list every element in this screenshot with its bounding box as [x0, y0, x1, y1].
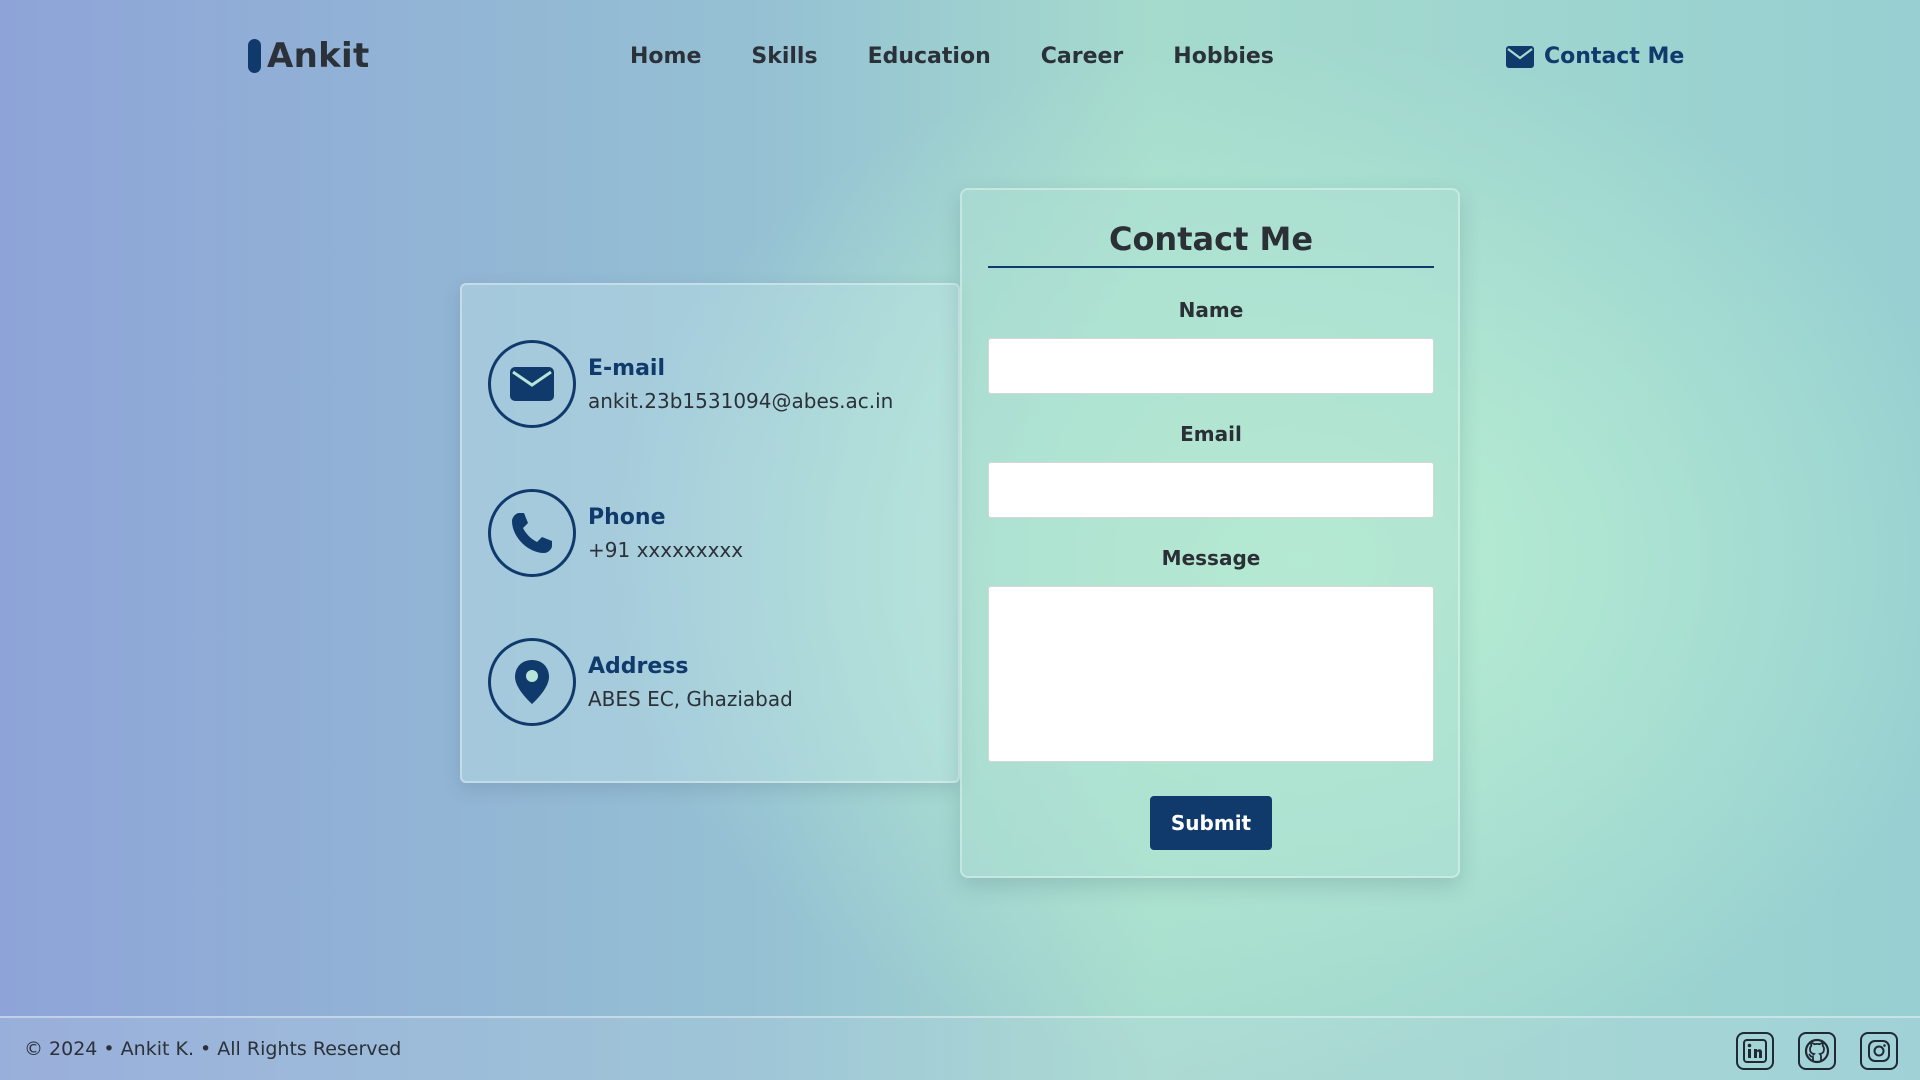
- linkedin-link[interactable]: [1736, 1032, 1774, 1070]
- message-textarea[interactable]: [988, 586, 1434, 762]
- email-label: Email: [1180, 422, 1242, 446]
- nav-link-skills[interactable]: Skills: [751, 44, 817, 69]
- form-title: Contact Me: [988, 220, 1434, 268]
- email-input[interactable]: [988, 462, 1434, 518]
- email-value: ankit.23b1531094@abes.ac.in: [588, 388, 894, 413]
- envelope-icon: [510, 367, 554, 401]
- instagram-icon: [1868, 1040, 1890, 1062]
- phone-icon: [512, 513, 552, 553]
- info-item-email: E-mail ankit.23b1531094@abes.ac.in: [488, 340, 893, 428]
- address-value: ABES EC, Ghaziabad: [588, 686, 793, 711]
- github-icon: [1804, 1038, 1830, 1064]
- copyright-text: © 2024 • Ankit K. • All Rights Reserved: [24, 1038, 402, 1060]
- logo-text: Ankit: [267, 36, 370, 76]
- envelope-icon: [1506, 45, 1534, 68]
- nav-link-career[interactable]: Career: [1041, 44, 1124, 69]
- logo-bar-icon: [248, 39, 261, 73]
- github-link[interactable]: [1798, 1032, 1836, 1070]
- phone-value: +91 xxxxxxxxx: [588, 537, 744, 562]
- linkedin-icon: [1743, 1039, 1767, 1063]
- info-item-address: Address ABES EC, Ghaziabad: [488, 638, 793, 726]
- message-label: Message: [1161, 546, 1261, 570]
- map-pin-icon: [515, 660, 549, 704]
- phone-title: Phone: [588, 504, 666, 530]
- address-icon-circle: [488, 638, 576, 726]
- nav-links: Home Skills Education Career Hobbies: [630, 44, 1274, 69]
- top-navbar: Ankit Home Skills Education Career Hobbi…: [0, 0, 1920, 120]
- name-label: Name: [1178, 298, 1244, 322]
- footer: © 2024 • Ankit K. • All Rights Reserved: [0, 1016, 1920, 1080]
- contact-form-card: Contact Me Name Email Message Submit: [960, 188, 1460, 878]
- email-title: E-mail: [588, 355, 666, 381]
- email-icon-circle: [488, 340, 576, 428]
- nav-link-hobbies[interactable]: Hobbies: [1173, 44, 1274, 69]
- info-item-phone: Phone +91 xxxxxxxxx: [488, 489, 743, 577]
- nav-contact-link[interactable]: Contact Me: [1506, 44, 1684, 69]
- instagram-link[interactable]: [1860, 1032, 1898, 1070]
- social-links: [1736, 1032, 1898, 1070]
- logo[interactable]: Ankit: [248, 36, 370, 76]
- phone-icon-circle: [488, 489, 576, 577]
- nav-link-home[interactable]: Home: [630, 44, 701, 69]
- name-input[interactable]: [988, 338, 1434, 394]
- submit-button[interactable]: Submit: [1150, 796, 1272, 850]
- nav-link-education[interactable]: Education: [868, 44, 991, 69]
- address-title: Address: [588, 653, 689, 679]
- contact-info-card: E-mail ankit.23b1531094@abes.ac.in Phone…: [460, 283, 960, 783]
- nav-contact-label: Contact Me: [1544, 44, 1685, 69]
